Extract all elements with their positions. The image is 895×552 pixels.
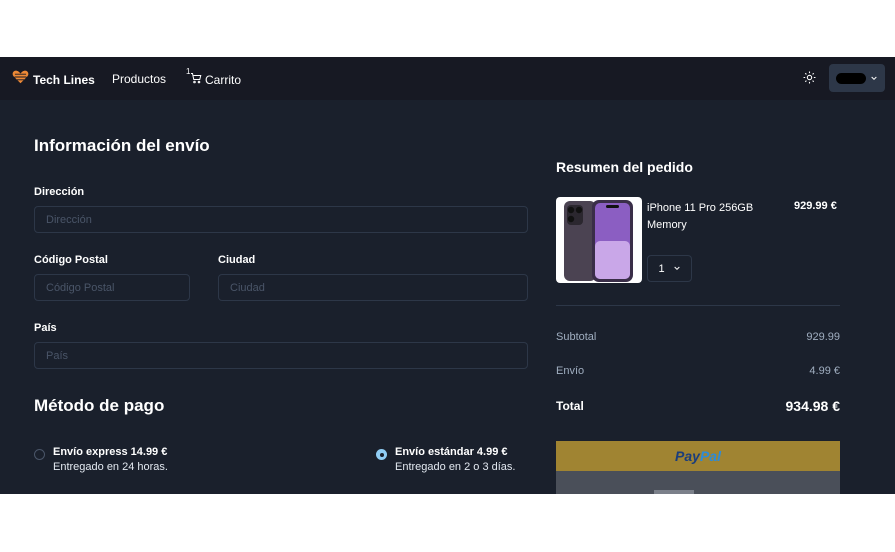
total-value: 934.98 € [785, 398, 841, 414]
shipping-cost-value: 4.99 € [809, 365, 840, 377]
chevron-down-icon [673, 263, 681, 275]
avatar [836, 72, 866, 84]
standard-option-subtitle: Entregado en 2 o 3 días. [395, 461, 516, 473]
nav-link-cart[interactable]: Carrito [190, 72, 241, 87]
sun-icon[interactable] [803, 71, 816, 89]
total-label: Total [556, 399, 584, 413]
radio-standard[interactable] [376, 449, 387, 460]
country-input[interactable] [34, 342, 528, 369]
express-option-title: Envío express 14.99 € [53, 446, 168, 458]
subtotal-label: Subtotal [556, 331, 597, 343]
product-price: 929.99 € [794, 200, 837, 212]
paypal-button[interactable]: PayPal [556, 441, 840, 471]
city-label: Ciudad [218, 254, 256, 266]
heart-icon [12, 70, 29, 89]
address-input[interactable] [34, 206, 528, 233]
navbar: Tech Lines Productos 1 Carrito [0, 57, 895, 100]
subtotal-value: 929.99 [806, 331, 840, 343]
standard-option-title: Envío estándar 4.99 € [395, 446, 508, 458]
checkout-app: Tech Lines Productos 1 Carrito Informaci… [0, 57, 895, 494]
chevron-down-icon [870, 69, 878, 87]
country-label: País [34, 322, 57, 334]
order-summary-title: Resumen del pedido [556, 159, 693, 175]
quantity-value: 1 [658, 262, 665, 275]
nav-link-products[interactable]: Productos [112, 72, 166, 86]
product-image [556, 197, 642, 283]
paypal-logo-pal: Pal [699, 448, 721, 464]
quantity-select[interactable]: 1 [647, 255, 692, 282]
paypal-card-button[interactable] [556, 471, 840, 494]
postal-code-label: Código Postal [34, 254, 108, 266]
express-option-subtitle: Entregado en 24 horas. [53, 461, 168, 473]
paypal-card-button-bar [654, 490, 694, 494]
city-input[interactable] [218, 274, 528, 301]
paypal-logo-pay: Pay [675, 448, 700, 464]
product-name: iPhone 11 Pro 256GB Memory [647, 202, 754, 231]
radio-express[interactable] [34, 449, 45, 460]
brand-logo[interactable]: Tech Lines [12, 70, 95, 89]
shipping-cost-label: Envío [556, 365, 585, 377]
paypal-logo: PayPal [675, 448, 721, 464]
user-menu-button[interactable] [829, 64, 885, 92]
payment-method-title: Método de pago [34, 396, 165, 415]
address-label: Dirección [34, 186, 85, 198]
cart-icon [190, 72, 202, 87]
shipping-title: Información del envío [34, 136, 210, 155]
shipping-option-standard[interactable]: Envío estándar 4.99 € Entregado en 2 o 3… [376, 445, 515, 475]
brand-name: Tech Lines [33, 72, 95, 87]
shipping-option-express[interactable]: Envío express 14.99 € Entregado en 24 ho… [34, 445, 168, 475]
cart-link-label: Carrito [205, 72, 242, 87]
postal-code-input[interactable] [34, 274, 190, 301]
summary-divider [556, 305, 840, 306]
